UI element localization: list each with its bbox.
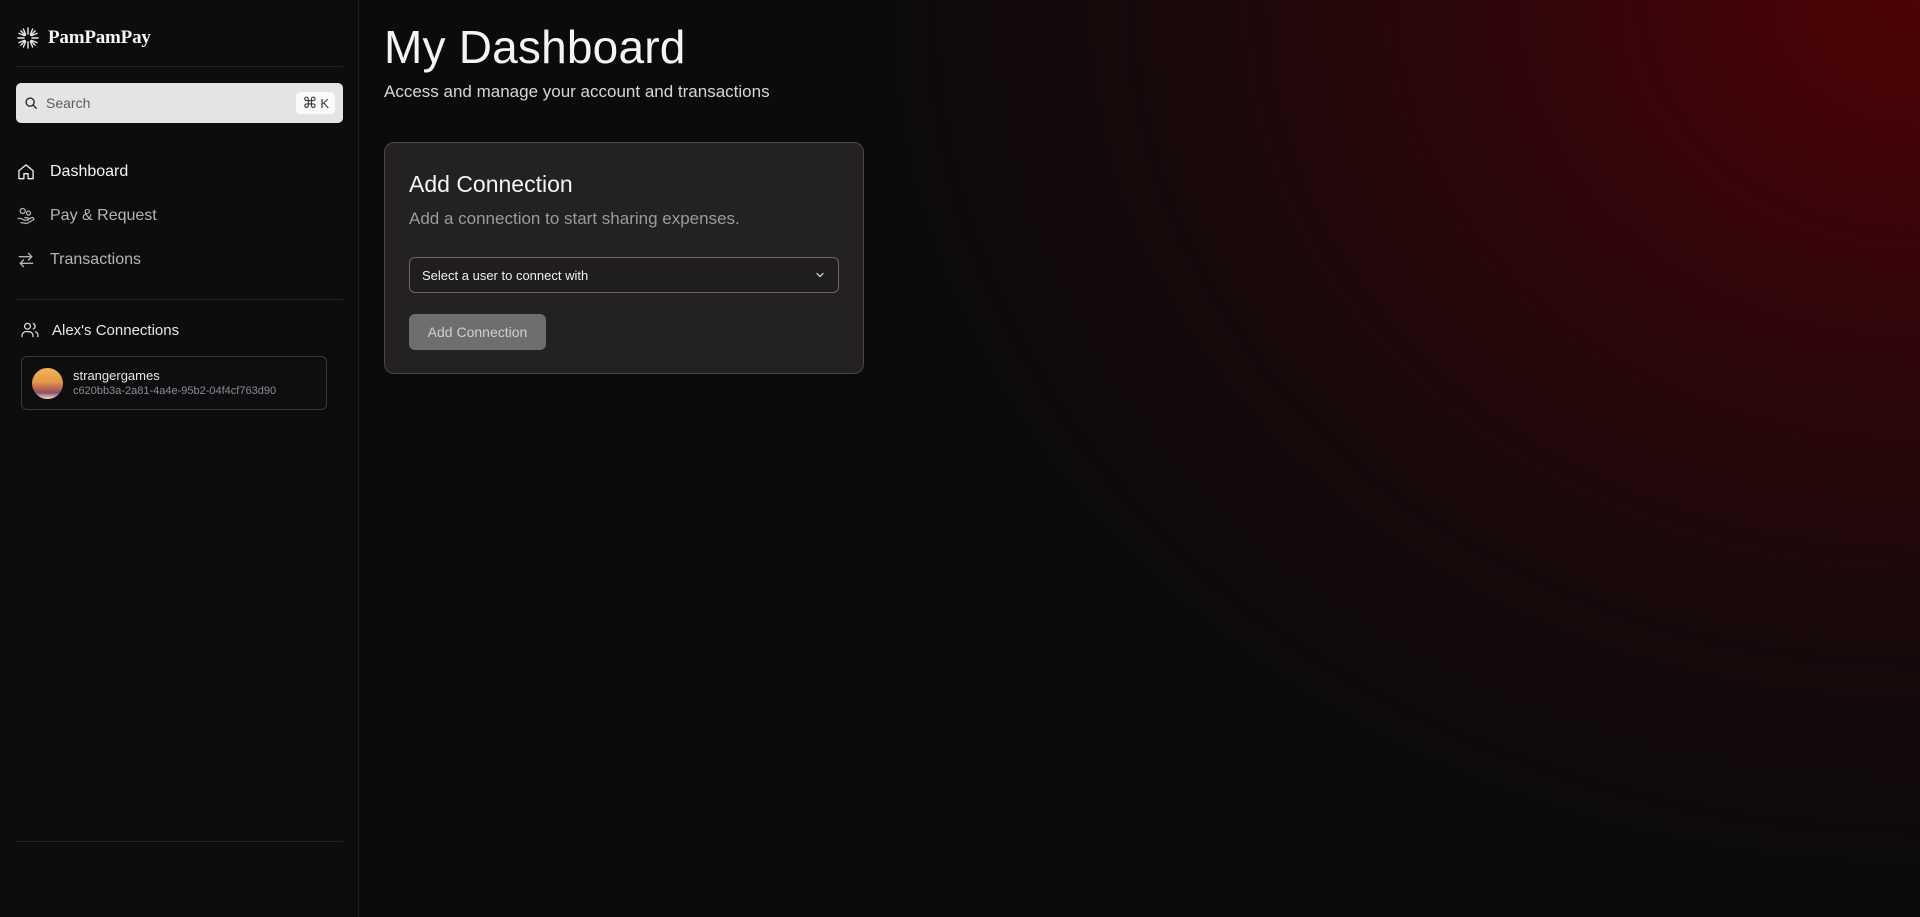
search-icon [25, 97, 37, 109]
card-description: Add a connection to start sharing expens… [409, 209, 740, 228]
sidebar-divider-bottom [16, 841, 343, 842]
add-connection-button[interactable]: Add Connection [409, 314, 546, 350]
search-input[interactable]: Search [46, 95, 296, 111]
command-key: ⌘ [302, 95, 318, 112]
brand-name: PamPamPay [48, 27, 151, 48]
connections-header: Alex's Connections [20, 320, 179, 340]
sidebar-item-pay-request[interactable]: Pay & Request [16, 194, 343, 238]
connection-info: strangergames c620bb3a-2a81-4a4e-95b2-04… [73, 368, 276, 399]
chevron-down-icon [816, 272, 824, 278]
sunburst-icon [17, 27, 39, 49]
page-title: My Dashboard [384, 21, 686, 73]
add-connection-card: Add Connection Add a connection to start… [384, 142, 864, 374]
connection-item[interactable]: strangergames c620bb3a-2a81-4a4e-95b2-04… [21, 356, 327, 410]
sidebar-divider-middle [16, 299, 343, 300]
sidebar: PamPamPay Search ⌘ K Dashboard Pay & Req… [0, 0, 359, 917]
sidebar-item-dashboard[interactable]: Dashboard [16, 150, 343, 194]
main-content: My Dashboard Access and manage your acco… [359, 0, 1920, 917]
sidebar-nav: Dashboard Pay & Request Transactions [16, 150, 343, 282]
brand-logo[interactable]: PamPamPay [16, 26, 151, 50]
shortcut-key: K [320, 95, 329, 111]
keyboard-shortcut-badge: ⌘ K [296, 92, 335, 114]
arrows-swap-icon [18, 252, 34, 268]
sidebar-item-label: Pay & Request [50, 207, 157, 224]
sidebar-item-label: Dashboard [50, 163, 129, 180]
search-bar[interactable]: Search ⌘ K [16, 83, 343, 123]
sidebar-divider-top [16, 66, 343, 67]
card-title: Add Connection [409, 171, 573, 197]
hand-coins-icon [17, 207, 35, 225]
user-select-dropdown[interactable]: Select a user to connect with [409, 257, 839, 293]
users-icon [21, 322, 39, 338]
app-root: PamPamPay Search ⌘ K Dashboard Pay & Req… [0, 0, 1920, 917]
sidebar-item-label: Transactions [50, 251, 141, 268]
connection-name: strangergames [73, 367, 160, 383]
select-placeholder: Select a user to connect with [422, 267, 589, 283]
home-icon [18, 164, 34, 180]
connections-title: Alex's Connections [52, 321, 180, 339]
avatar [32, 367, 63, 399]
sidebar-item-transactions[interactable]: Transactions [16, 238, 343, 282]
connection-id: c620bb3a-2a81-4a4e-95b2-04f4cf763d90 [73, 384, 277, 397]
page-subtitle: Access and manage your account and trans… [384, 82, 770, 101]
